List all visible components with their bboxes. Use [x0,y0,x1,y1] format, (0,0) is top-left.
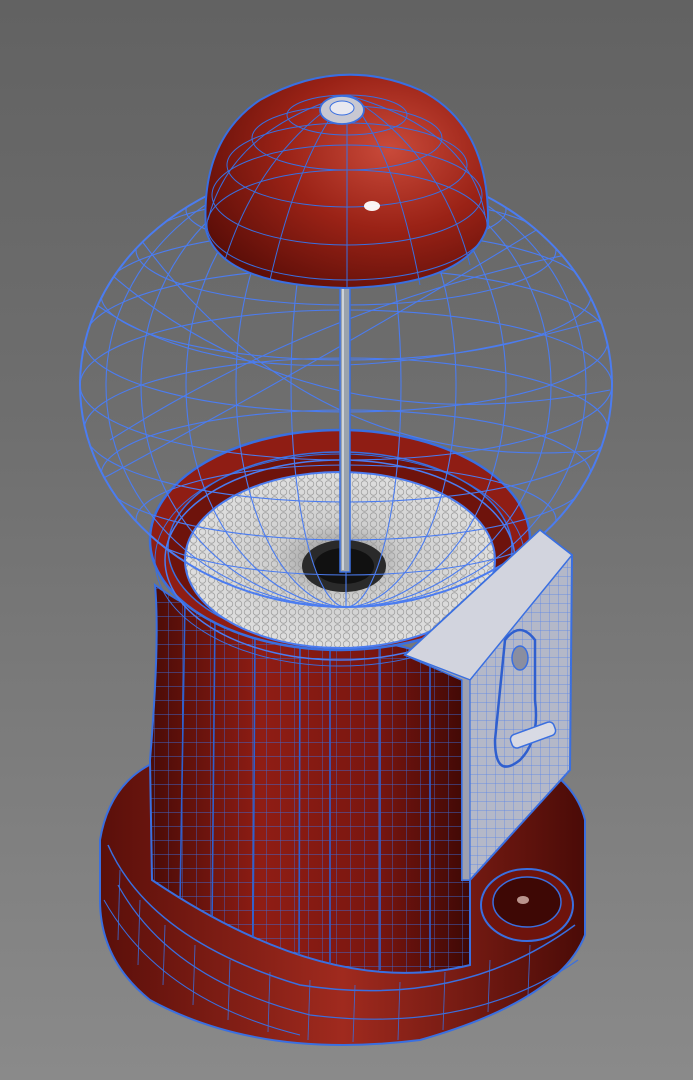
gumball-chute [480,868,574,942]
gumball-machine-render [79,73,613,1046]
dome-cap [204,73,490,290]
3d-viewport[interactable] [0,0,693,1080]
center-rod [339,281,351,573]
